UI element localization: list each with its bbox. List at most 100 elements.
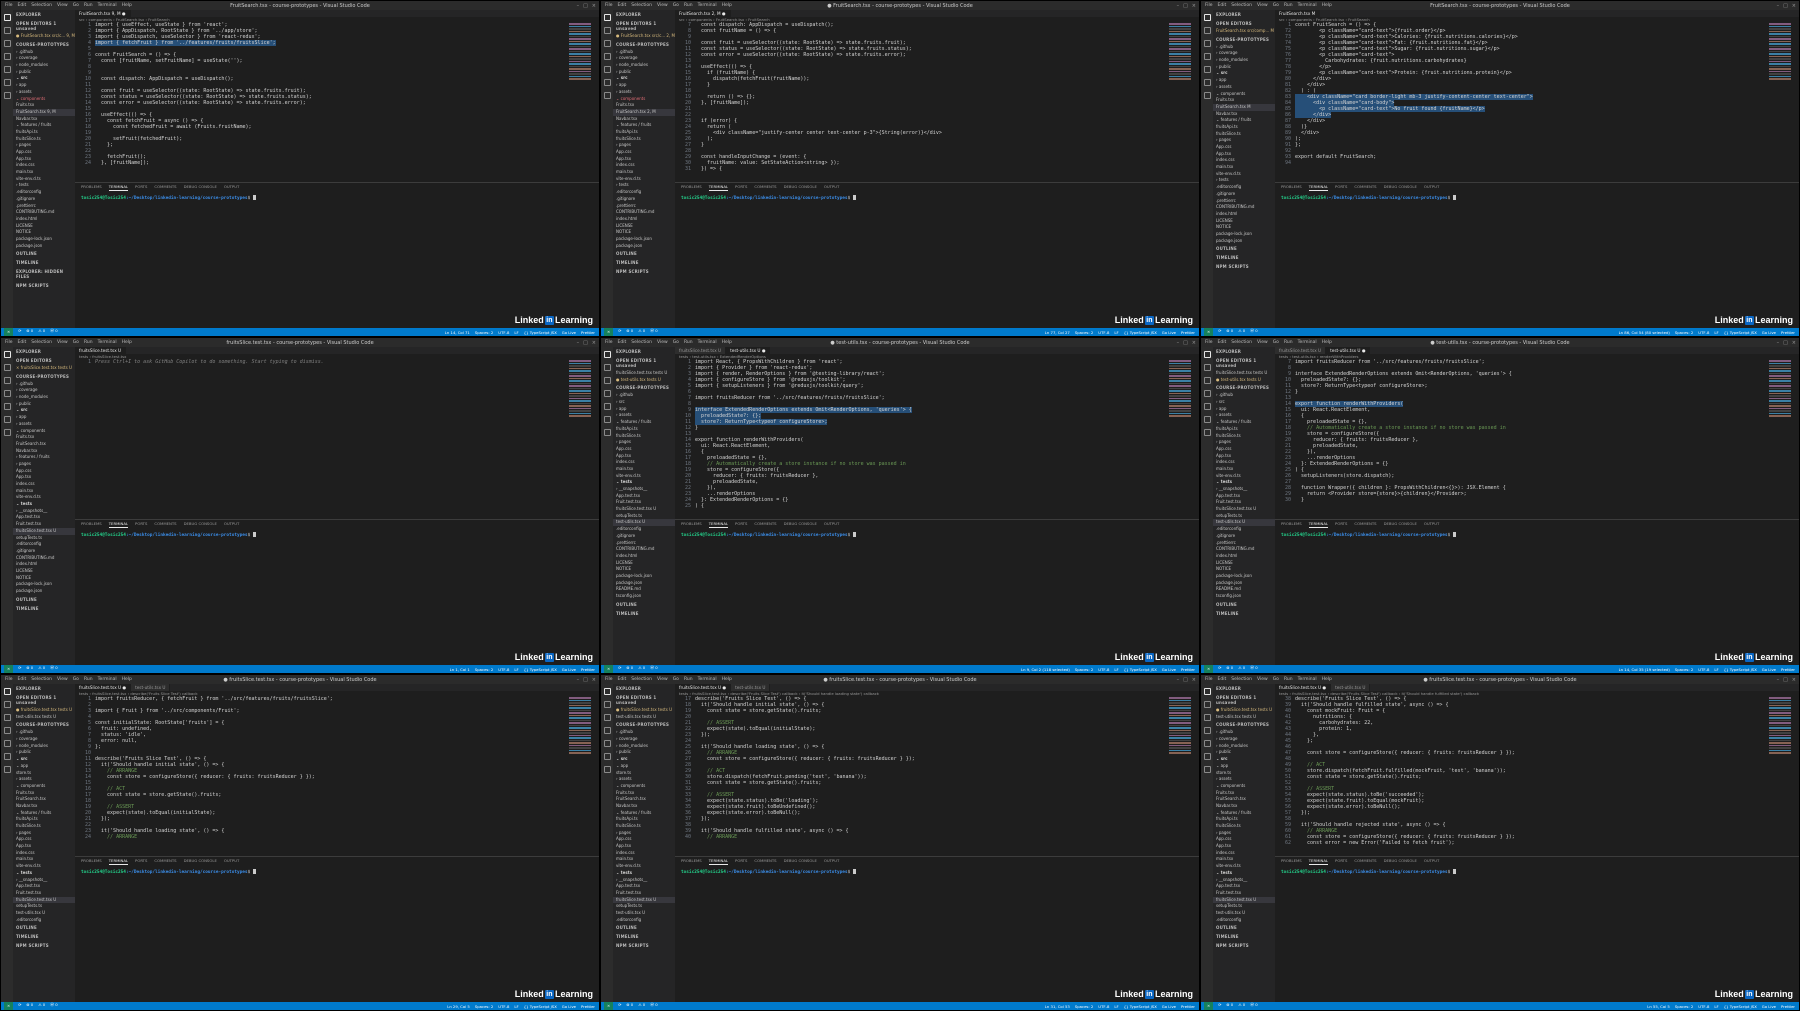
- file-tree-item[interactable]: vite-env.d.ts: [13, 176, 75, 183]
- file-tree-item[interactable]: test-utils.tsx U: [13, 910, 75, 917]
- run-debug-icon[interactable]: [1203, 390, 1211, 397]
- status-item[interactable]: ⟳: [1218, 665, 1221, 673]
- file-tree-item[interactable]: package-lock.json: [13, 236, 75, 243]
- file-tree-item[interactable]: index.css: [613, 162, 675, 169]
- maximize-icon[interactable]: □: [1783, 677, 1788, 683]
- minimize-icon[interactable]: –: [1777, 3, 1780, 9]
- menu-item[interactable]: Edit: [18, 340, 27, 345]
- panel-tab[interactable]: PORTS: [735, 520, 747, 528]
- source-control-icon[interactable]: [1203, 40, 1211, 47]
- menu-item[interactable]: Go: [673, 340, 679, 345]
- search-icon[interactable]: [603, 701, 611, 708]
- file-tree-item[interactable]: fruitsApi.ts: [613, 129, 675, 136]
- panel-tab[interactable]: DEBUG CONSOLE: [1384, 183, 1417, 191]
- menu-item[interactable]: File: [605, 677, 613, 682]
- status-item[interactable]: Go Live: [1762, 667, 1776, 672]
- menu-item[interactable]: Run: [684, 340, 693, 345]
- file-tree-item[interactable]: LICENSE: [1213, 560, 1275, 567]
- status-item[interactable]: ⊗ 0: [1226, 665, 1233, 673]
- terminal[interactable]: tosic254@Tosic254:~/Desktop/linkedin-lea…: [1275, 865, 1799, 879]
- menu-item[interactable]: Run: [1284, 3, 1293, 8]
- run-debug-icon[interactable]: [603, 53, 611, 60]
- status-item[interactable]: UTF-8: [1698, 1004, 1709, 1009]
- file-tree-item[interactable]: LICENSE: [613, 560, 675, 567]
- status-item[interactable]: ⚠ 0: [638, 328, 645, 336]
- search-icon[interactable]: [1203, 364, 1211, 371]
- file-tree-item[interactable]: FruitSearch.tsx: [1213, 796, 1275, 803]
- file-tree-item[interactable]: App.css: [613, 836, 675, 843]
- panel-tab[interactable]: PORTS: [735, 183, 747, 191]
- file-tree-item[interactable]: › node_modules: [613, 62, 675, 69]
- remote-indicator-icon[interactable]: ⨯: [4, 1002, 14, 1010]
- cursor-position[interactable]: Ln 55, Col 5: [1647, 1004, 1670, 1009]
- minimap[interactable]: [1169, 359, 1191, 419]
- menu-item[interactable]: Help: [1322, 340, 1332, 345]
- file-tree-item[interactable]: App.test.tsx: [13, 883, 75, 890]
- search-icon[interactable]: [3, 364, 11, 371]
- file-tree-item[interactable]: › .github: [613, 729, 675, 736]
- panel-tab[interactable]: COMMENTS: [1354, 183, 1376, 191]
- menu-item[interactable]: Go: [1273, 677, 1279, 682]
- status-item[interactable]: LF: [1714, 1004, 1718, 1009]
- menu-item[interactable]: Run: [684, 3, 693, 8]
- remote-explorer-icon[interactable]: [603, 92, 611, 99]
- maximize-icon[interactable]: □: [1183, 340, 1188, 346]
- file-tree-item[interactable]: test-utils.tsx U: [1213, 519, 1275, 527]
- close-icon[interactable]: ×: [1792, 340, 1796, 346]
- panel-tab[interactable]: COMMENTS: [1354, 857, 1376, 865]
- menu-item[interactable]: Help: [122, 3, 132, 8]
- terminal[interactable]: tosic254@Tosic254:~/Desktop/linkedin-lea…: [75, 191, 599, 205]
- remote-explorer-icon[interactable]: [603, 766, 611, 773]
- panel-tab[interactable]: TERMINAL: [108, 183, 129, 191]
- file-tree-item[interactable]: ⌄ components: [613, 96, 675, 103]
- file-tree-item[interactable]: ⌄ components: [13, 428, 75, 435]
- file-tree-item[interactable]: package-lock.json: [613, 573, 675, 580]
- file-tree-item[interactable]: test-utils.tsx U: [613, 519, 675, 527]
- extensions-icon[interactable]: [603, 66, 611, 73]
- menu-item[interactable]: Terminal: [698, 677, 717, 682]
- file-tree-item[interactable]: App.test.tsx: [13, 514, 75, 521]
- run-debug-icon[interactable]: [3, 727, 11, 734]
- file-tree-item[interactable]: Fruit.test.tsx: [613, 890, 675, 897]
- file-tree-item[interactable]: .editorconfig: [13, 917, 75, 924]
- terminal[interactable]: tosic254@Tosic254:~/Desktop/linkedin-lea…: [75, 528, 599, 542]
- file-tree-item[interactable]: CONTRIBUTING.md: [13, 555, 75, 562]
- status-item[interactable]: Go Live: [1762, 1004, 1776, 1009]
- file-tree-item[interactable]: Fruits.tsx: [13, 434, 75, 441]
- remote-explorer-icon[interactable]: [603, 429, 611, 436]
- status-item[interactable]: LF: [514, 330, 518, 335]
- menu-item[interactable]: Terminal: [98, 3, 117, 8]
- file-tree-item[interactable]: .editorconfig: [13, 189, 75, 196]
- file-tree-item[interactable]: › node_modules: [13, 62, 75, 69]
- file-tree-item[interactable]: › pages: [1213, 439, 1275, 446]
- status-item[interactable]: ⊗ 0: [26, 1002, 33, 1010]
- menu-item[interactable]: View: [657, 340, 668, 345]
- remote-indicator-icon[interactable]: ⨯: [604, 665, 614, 673]
- extensions-icon[interactable]: [3, 740, 11, 747]
- file-tree-item[interactable]: › app: [613, 406, 675, 413]
- file-tree-item[interactable]: vite-env.d.ts: [1213, 863, 1275, 870]
- status-item[interactable]: ⚠ 0: [638, 1002, 645, 1010]
- file-tree-item[interactable]: › pages: [13, 830, 75, 837]
- menu-item[interactable]: File: [5, 340, 13, 345]
- file-tree-item[interactable]: package-lock.json: [13, 581, 75, 588]
- file-tree-item[interactable]: vite-env.d.ts: [1213, 171, 1275, 178]
- minimap[interactable]: [1769, 22, 1791, 82]
- file-tree-item[interactable]: fruitsApi.ts: [613, 426, 675, 433]
- menu-item[interactable]: View: [57, 3, 68, 8]
- file-tree-item[interactable]: .prettierrc: [613, 540, 675, 547]
- file-tree-item[interactable]: › app: [1213, 77, 1275, 84]
- file-tree-item[interactable]: › __snapshots__: [13, 877, 75, 884]
- file-tree-item[interactable]: › coverage: [13, 736, 75, 743]
- file-tree-item[interactable]: › tests: [1213, 177, 1275, 184]
- minimap[interactable]: [1169, 696, 1191, 756]
- file-tree-item[interactable]: Fruits.tsx: [613, 790, 675, 797]
- status-item[interactable]: ⊗ 0: [26, 665, 33, 673]
- file-tree-item[interactable]: CONTRIBUTING.md: [1213, 204, 1275, 211]
- menu-item[interactable]: Help: [122, 677, 132, 682]
- file-tree-item[interactable]: › public: [613, 69, 675, 76]
- panel-tab[interactable]: PROBLEMS: [1281, 520, 1302, 528]
- editor-tab[interactable]: FruitSearch.tsx M: [1275, 10, 1321, 17]
- menu-item[interactable]: Go: [1273, 3, 1279, 8]
- status-item[interactable]: Ⓦ 0: [1250, 328, 1257, 336]
